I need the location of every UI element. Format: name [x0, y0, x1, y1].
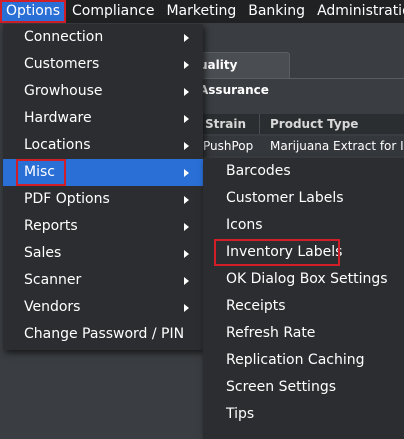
- menu-item-label: Growhouse: [24, 83, 103, 99]
- menu-item-label: PDF Options: [24, 191, 110, 207]
- table-header: Strain Product Type: [190, 114, 404, 134]
- column-header-product-type[interactable]: Product Type: [260, 114, 404, 134]
- annotation-highlight-box: [16, 159, 66, 186]
- menu-item-pdf-options[interactable]: PDF Options: [3, 186, 203, 213]
- submenu-item-refresh-rate[interactable]: Refresh Rate: [203, 320, 404, 347]
- menu-item-label: Scanner: [24, 272, 82, 288]
- misc-submenu: Barcodes Customer Labels Icons Inventory…: [203, 158, 404, 439]
- menu-item-label: Change Password / PIN: [24, 326, 185, 342]
- submenu-item-icons[interactable]: Icons: [203, 212, 404, 239]
- menu-item-label: Customers: [24, 56, 100, 72]
- chevron-right-icon: [184, 88, 189, 96]
- menu-item-locations[interactable]: Locations: [3, 132, 203, 159]
- submenu-item-tips[interactable]: Tips: [203, 401, 404, 428]
- chevron-right-icon: [184, 169, 189, 177]
- submenu-item-customer-labels[interactable]: Customer Labels: [203, 185, 404, 212]
- chevron-right-icon: [184, 34, 189, 42]
- menu-item-label: Connection: [24, 29, 104, 45]
- tab-quality-assurance[interactable]: uality Assurance: [190, 52, 290, 97]
- menu-item-label: Vendors: [24, 299, 81, 315]
- menu-item-label: Locations: [24, 137, 91, 153]
- submenu-item-barcodes[interactable]: Barcodes: [203, 158, 404, 185]
- menu-item-misc[interactable]: Misc: [3, 159, 203, 186]
- menu-marketing[interactable]: Marketing: [160, 0, 242, 23]
- menu-item-scanner[interactable]: Scanner: [3, 267, 203, 294]
- menu-item-growhouse[interactable]: Growhouse: [3, 78, 203, 105]
- menu-administration[interactable]: Administration: [311, 0, 404, 23]
- cell-product-type: Marijuana Extract for Inha: [270, 139, 404, 153]
- tab-divider: [190, 78, 404, 79]
- menu-item-customers[interactable]: Customers: [3, 51, 203, 78]
- chevron-right-icon: [184, 61, 189, 69]
- submenu-item-inventory-labels[interactable]: Inventory Labels: [203, 239, 404, 266]
- menu-item-label: Reports: [24, 218, 78, 234]
- menu-item-hardware[interactable]: Hardware: [3, 105, 203, 132]
- submenu-item-screen-settings[interactable]: Screen Settings: [203, 374, 404, 401]
- chevron-right-icon: [184, 142, 189, 150]
- annotation-highlight-box: [214, 239, 340, 266]
- chevron-right-icon: [184, 250, 189, 258]
- menu-item-sales[interactable]: Sales: [3, 240, 203, 267]
- chevron-right-icon: [184, 196, 189, 204]
- menu-banking[interactable]: Banking: [242, 0, 311, 23]
- submenu-item-receipts[interactable]: Receipts: [203, 293, 404, 320]
- menu-item-vendors[interactable]: Vendors: [3, 294, 203, 321]
- menu-item-label: Sales: [24, 245, 62, 261]
- chevron-right-icon: [184, 115, 189, 123]
- menu-compliance[interactable]: Compliance: [66, 0, 160, 23]
- menu-options[interactable]: Options: [0, 0, 67, 23]
- menu-item-change-password[interactable]: Change Password / PIN: [3, 321, 203, 348]
- menu-item-connection[interactable]: Connection: [3, 24, 203, 51]
- options-dropdown-menu: Connection Customers Growhouse Hardware …: [3, 24, 203, 350]
- menu-item-reports[interactable]: Reports: [3, 213, 203, 240]
- chevron-right-icon: [184, 277, 189, 285]
- chevron-right-icon: [184, 304, 189, 312]
- menu-item-label: Hardware: [24, 110, 92, 126]
- table-row[interactable]: PushPop Marijuana Extract for Inha: [190, 136, 404, 156]
- menu-bar: Options Compliance Marketing Banking Adm…: [0, 0, 404, 23]
- chevron-right-icon: [184, 223, 189, 231]
- submenu-item-ok-dialog-box-settings[interactable]: OK Dialog Box Settings: [203, 266, 404, 293]
- submenu-item-replication-caching[interactable]: Replication Caching: [203, 347, 404, 374]
